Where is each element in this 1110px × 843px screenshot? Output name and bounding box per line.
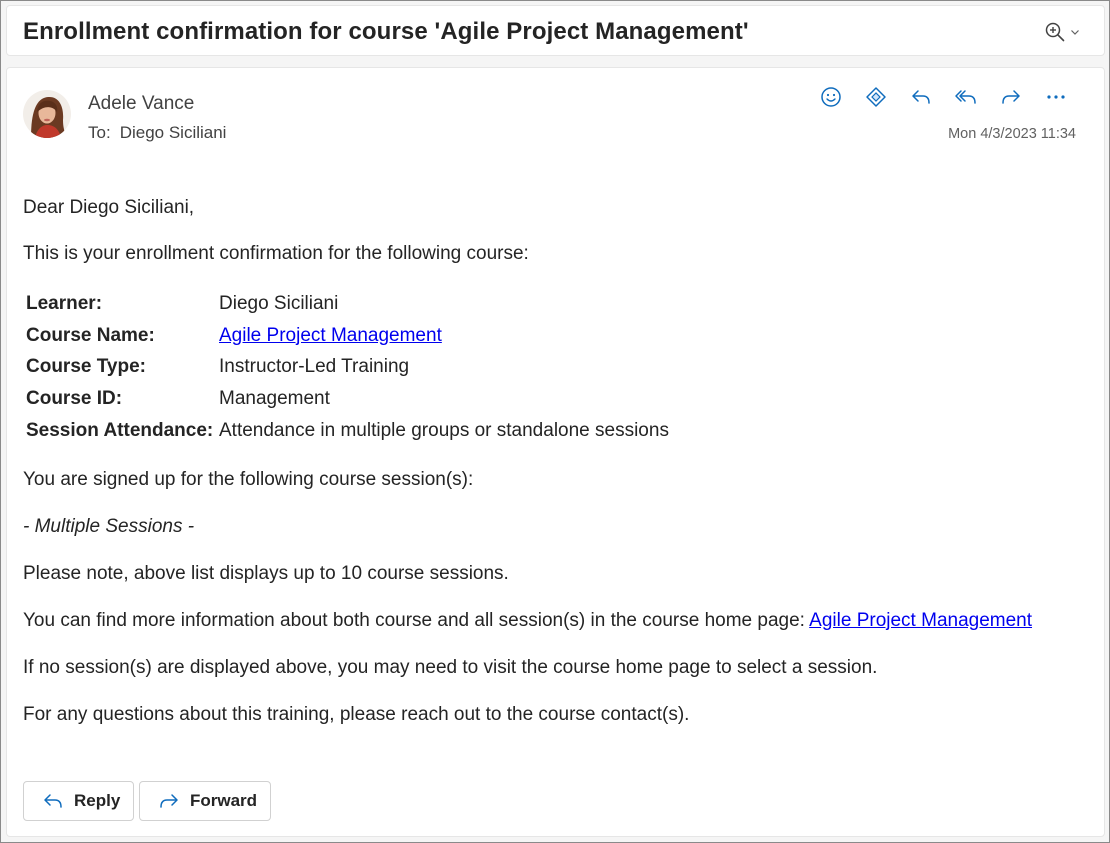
forward-button-label: Forward xyxy=(190,791,258,810)
questions-text: For any questions about this training, p… xyxy=(23,704,690,725)
more-actions-button[interactable] xyxy=(1033,86,1078,112)
info-key: Course ID: xyxy=(26,387,123,409)
sessions-text: - Multiple Sessions - xyxy=(23,516,195,537)
chevron-down-icon xyxy=(1070,27,1080,37)
table-row: Course Type: Instructor-Led Training xyxy=(26,351,669,383)
info-key: Learner: xyxy=(26,292,103,314)
message-card: Adele Vance To: Diego Siciliani Mon 4/3/… xyxy=(6,67,1105,837)
course-home-link[interactable]: Agile Project Management xyxy=(809,610,1032,631)
info-value: Instructor-Led Training xyxy=(219,356,410,378)
table-row: Learner: Diego Siciliani xyxy=(26,288,669,320)
info-key: Course Name: xyxy=(26,324,155,346)
forward-action-button[interactable] xyxy=(988,86,1033,112)
react-button[interactable] xyxy=(808,86,853,112)
message-subject: Enrollment confirmation for course 'Agil… xyxy=(23,18,749,45)
course-info-table: Learner: Diego Siciliani Course Name: Ag… xyxy=(26,288,669,446)
reply-icon xyxy=(910,86,932,113)
more-icon xyxy=(1045,86,1067,113)
reply-icon xyxy=(44,794,62,808)
info-value: Attendance in multiple groups or standal… xyxy=(219,419,669,441)
more-info-label: You can find more information about both… xyxy=(23,610,805,631)
message-timestamp: Mon 4/3/2023 11:34 xyxy=(948,126,1076,142)
recipient-line: To: Diego Siciliani xyxy=(88,123,226,143)
forward-icon xyxy=(1000,86,1022,113)
forward-icon xyxy=(160,794,178,808)
to-label: To: xyxy=(88,123,111,142)
sender-name[interactable]: Adele Vance xyxy=(88,93,194,115)
info-value: Management xyxy=(219,387,330,409)
info-key: Session Attendance: xyxy=(26,419,214,441)
message-actions xyxy=(808,86,1078,112)
zoom-button[interactable] xyxy=(1040,18,1084,46)
table-row: Course Name: Agile Project Management xyxy=(26,320,669,352)
reply-button[interactable]: Reply xyxy=(23,781,134,821)
reply-all-action-button[interactable] xyxy=(943,86,988,112)
smile-icon xyxy=(820,86,842,113)
info-value: Diego Siciliani xyxy=(219,292,339,314)
reply-all-icon xyxy=(954,86,978,113)
reply-action-button[interactable] xyxy=(898,86,943,112)
zoom-in-icon xyxy=(1044,21,1066,43)
recipient-name[interactable]: Diego Siciliani xyxy=(120,123,227,142)
sender-avatar[interactable] xyxy=(23,90,71,138)
intro-text: This is your enrollment confirmation for… xyxy=(23,243,529,264)
forward-button[interactable]: Forward xyxy=(139,781,271,821)
course-name-link[interactable]: Agile Project Management xyxy=(219,325,442,347)
signed-up-text: You are signed up for the following cour… xyxy=(23,469,474,490)
greeting: Dear Diego Siciliani, xyxy=(23,197,195,218)
heart-button[interactable] xyxy=(853,86,898,112)
subject-bar: Enrollment confirmation for course 'Agil… xyxy=(6,5,1105,56)
more-info-text: You can find more information about both… xyxy=(23,610,1032,632)
reaction-icon xyxy=(865,86,887,113)
table-row: Course ID: Management xyxy=(26,383,669,415)
table-row: Session Attendance: Attendance in multip… xyxy=(26,415,669,447)
reply-button-label: Reply xyxy=(74,791,121,810)
note-text: Please note, above list displays up to 1… xyxy=(23,563,509,584)
reading-pane: Enrollment confirmation for course 'Agil… xyxy=(0,0,1110,843)
info-key: Course Type: xyxy=(26,356,147,378)
no-sessions-text: If no session(s) are displayed above, yo… xyxy=(23,657,878,678)
